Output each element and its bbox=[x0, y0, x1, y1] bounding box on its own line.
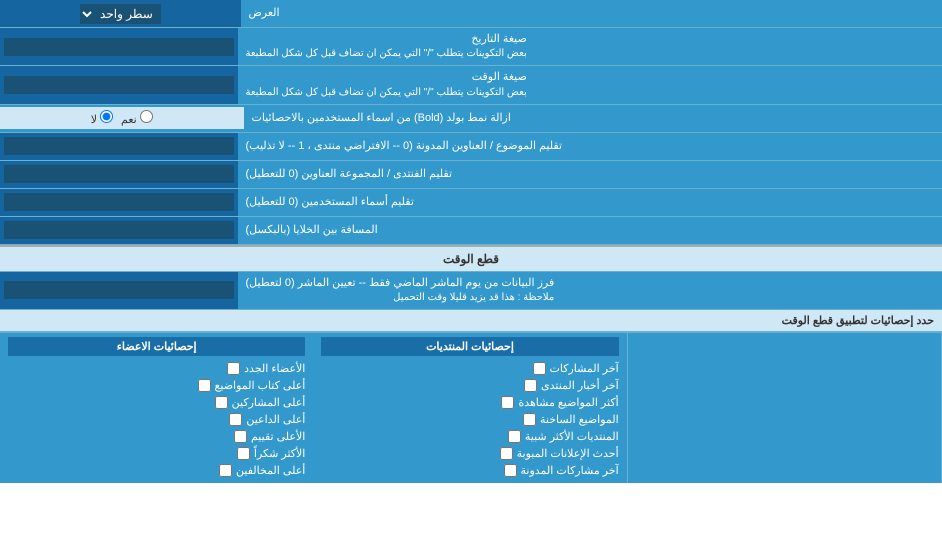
checkbox-item: المواضيع الساخنة bbox=[321, 411, 618, 428]
cell-distance-input[interactable]: 2 bbox=[4, 221, 234, 239]
bold-no-radio[interactable] bbox=[100, 110, 113, 123]
checkbox-item: أعلى الداعين bbox=[8, 411, 305, 428]
date-format-input[interactable]: d-m bbox=[4, 38, 234, 56]
checkbox-members-5[interactable] bbox=[234, 430, 247, 443]
checkbox-item: أعلى كتاب المواضيع bbox=[8, 377, 305, 394]
checkbox-members-1[interactable] bbox=[227, 362, 240, 375]
forum-limit-input-cell: 33 bbox=[0, 161, 238, 188]
checkbox-item: أعلى المخالفين bbox=[8, 462, 305, 479]
checkbox-item: آخر مشاركات المدونة bbox=[321, 462, 618, 479]
display-label: العرض bbox=[241, 0, 942, 27]
radio-yes-label: نعم bbox=[121, 110, 153, 126]
date-format-row: صيغة التاريخ بعض التكوينات يتطلب "/" الت… bbox=[0, 28, 942, 66]
radio-no-label: لا bbox=[91, 110, 113, 126]
checkbox-members-4[interactable] bbox=[229, 413, 242, 426]
forum-limit-label: تقليم الفنتدى / المجموعة العناوين (0 للت… bbox=[238, 161, 942, 188]
dropdown-cell[interactable]: سطر واحد bbox=[0, 0, 241, 27]
checkbox-item: الأعلى تقييم bbox=[8, 428, 305, 445]
usernames-limit-label: تقليم أسماء المستخدمين (0 للتعطيل) bbox=[238, 189, 942, 216]
checkboxes-section: إحصائيات المنتديات آخر المشاركات آخر أخب… bbox=[0, 332, 942, 483]
cutoff-input[interactable]: 0 bbox=[4, 281, 234, 299]
header-row: العرض سطر واحد bbox=[0, 0, 942, 28]
checkbox-posts-3[interactable] bbox=[501, 396, 514, 409]
members-col-header: إحصائيات الاعضاء bbox=[8, 337, 305, 356]
checkbox-col-posts: إحصائيات المنتديات آخر المشاركات آخر أخب… bbox=[313, 333, 627, 483]
bold-remove-radio-cell: نعم لا bbox=[0, 107, 244, 129]
time-format-row: صيغة الوقت بعض التكوينات يتطلب "/" التي … bbox=[0, 66, 942, 104]
forum-limit-row: تقليم الفنتدى / المجموعة العناوين (0 للت… bbox=[0, 161, 942, 189]
checkbox-item: المنتديات الأكثر شبية bbox=[321, 428, 618, 445]
checkbox-posts-2[interactable] bbox=[524, 379, 537, 392]
date-format-input-cell: d-m bbox=[0, 28, 238, 65]
cell-distance-input-cell: 2 bbox=[0, 217, 238, 244]
titles-limit-input-cell: 33 bbox=[0, 133, 238, 160]
cell-distance-label: المسافة بين الخلايا (بالبكسل) bbox=[238, 217, 942, 244]
checkbox-posts-4[interactable] bbox=[523, 413, 536, 426]
limit-row: حدد إحصائيات لتطبيق قطع الوقت bbox=[0, 310, 942, 332]
checkbox-members-7[interactable] bbox=[219, 464, 232, 477]
checkbox-item: الأعضاء الجدد bbox=[8, 360, 305, 377]
cutoff-label: فرز البيانات من يوم الماشر الماضي فقط --… bbox=[238, 272, 942, 309]
checkbox-col-members: إحصائيات الاعضاء الأعضاء الجدد أعلى كتاب… bbox=[0, 333, 313, 483]
cutoff-section-header: قطع الوقت bbox=[0, 245, 942, 272]
usernames-limit-row: تقليم أسماء المستخدمين (0 للتعطيل) 0 bbox=[0, 189, 942, 217]
cutoff-input-cell: 0 bbox=[0, 272, 238, 309]
titles-limit-label: تقليم الموضوع / العناوين المدونة (0 -- ا… bbox=[238, 133, 942, 160]
date-format-label: صيغة التاريخ بعض التكوينات يتطلب "/" الت… bbox=[238, 28, 942, 65]
checkbox-posts-6[interactable] bbox=[500, 447, 513, 460]
checkbox-members-6[interactable] bbox=[237, 447, 250, 460]
time-format-input-cell: H:i bbox=[0, 66, 238, 103]
checkbox-item: آخر المشاركات bbox=[321, 360, 618, 377]
checkbox-item: أعلى المشاركين bbox=[8, 394, 305, 411]
checkbox-members-2[interactable] bbox=[198, 379, 211, 392]
usernames-limit-input-cell: 0 bbox=[0, 189, 238, 216]
time-format-label: صيغة الوقت بعض التكوينات يتطلب "/" التي … bbox=[238, 66, 942, 103]
checkbox-posts-5[interactable] bbox=[508, 430, 521, 443]
checkbox-posts-1[interactable] bbox=[533, 362, 546, 375]
cutoff-row: فرز البيانات من يوم الماشر الماضي فقط --… bbox=[0, 272, 942, 310]
checkbox-posts-7[interactable] bbox=[504, 464, 517, 477]
titles-limit-input[interactable]: 33 bbox=[4, 137, 234, 155]
bold-remove-row: ازالة نمط بولد (Bold) من اسماء المستخدمي… bbox=[0, 105, 942, 133]
checkbox-item: أكثر المواضيع مشاهدة bbox=[321, 394, 618, 411]
titles-limit-row: تقليم الموضوع / العناوين المدونة (0 -- ا… bbox=[0, 133, 942, 161]
checkbox-item: آخر أخبار المنتدى bbox=[321, 377, 618, 394]
lines-dropdown[interactable]: سطر واحد bbox=[80, 4, 161, 24]
forum-limit-input[interactable]: 33 bbox=[4, 165, 234, 183]
bold-yes-radio[interactable] bbox=[140, 110, 153, 123]
bold-remove-label: ازالة نمط بولد (Bold) من اسماء المستخدمي… bbox=[244, 107, 942, 130]
posts-col-header: إحصائيات المنتديات bbox=[321, 337, 618, 356]
checkbox-item: الأكثر شكراً bbox=[8, 445, 305, 462]
time-format-input[interactable]: H:i bbox=[4, 76, 234, 94]
checkbox-col-empty bbox=[628, 333, 942, 483]
usernames-limit-input[interactable]: 0 bbox=[4, 193, 234, 211]
main-container: العرض سطر واحد صيغة التاريخ بعض التكوينا… bbox=[0, 0, 942, 483]
cell-distance-row: المسافة بين الخلايا (بالبكسل) 2 bbox=[0, 217, 942, 245]
checkbox-members-3[interactable] bbox=[215, 396, 228, 409]
checkbox-item: أحدث الإعلانات المبوبة bbox=[321, 445, 618, 462]
